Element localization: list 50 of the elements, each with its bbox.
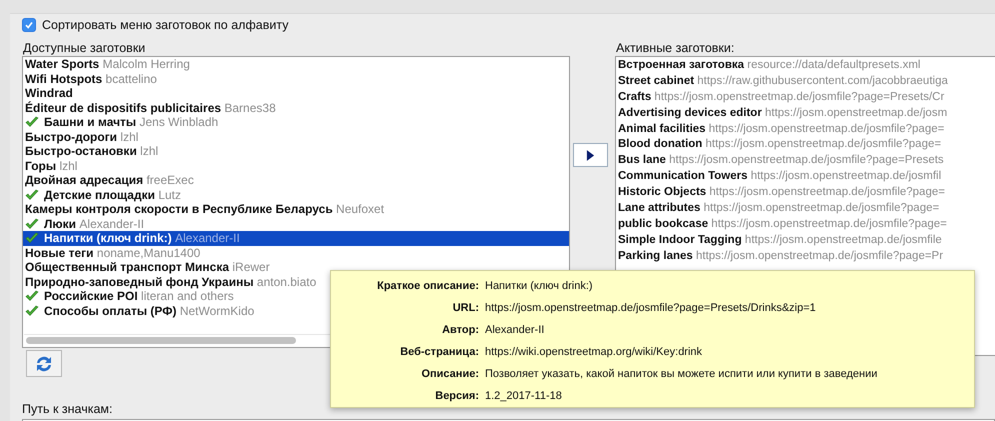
tooltip-label: Автор:: [441, 323, 479, 338]
preset-list-item[interactable]: Animal facilities https://josm.openstreetmap.de/josmfile?page=: [616, 120, 995, 136]
tooltip-value: Позволяет указать, какой напиток вы можете испити или купити в заведении: [485, 367, 878, 382]
tooltip-value: 1.2_2017-11-18: [485, 389, 563, 404]
preset-list-item[interactable]: Lane attributes https://josm.openstreetmap.de/josmfile?page=: [616, 200, 995, 216]
preset-list-item[interactable]: Люки Alexander-II: [23, 216, 569, 231]
preset-list-item[interactable]: Напитки (ключ drink:) Alexander-II: [23, 231, 569, 246]
preset-list-item[interactable]: Parking lanes https://josm.openstreetmap.de/josmfile?page=Pr: [616, 248, 995, 264]
preset-list-item[interactable]: Камеры контроля скорости в Республике Беларусь Neufoxet: [23, 202, 569, 216]
preset-list-item[interactable]: Новые теги noname,Manu1400: [23, 246, 569, 260]
preset-list-item[interactable]: Communication Towers https://josm.openstreetmap.de/josmfil: [616, 168, 995, 184]
preset-list-item[interactable]: Детские площадки Lutz: [23, 188, 569, 202]
tooltip-value: https://wiki.openstreetmap.org/wiki/Key:drink: [485, 345, 704, 360]
preset-list-item[interactable]: Быстро-дороги lzhl: [23, 130, 569, 144]
preset-list-item[interactable]: Crafts https://josm.openstreetmap.de/josmfile?page=Presets/Cr: [616, 88, 995, 105]
list-label: Доступные заготовки: [22, 40, 146, 56]
add-button[interactable]: [573, 143, 608, 167]
preset-list-item[interactable]: Двойная адресация freeExec: [23, 173, 569, 188]
tooltip-label: Версия:: [434, 389, 479, 404]
preset-list-item[interactable]: Éditeur de dispositifs publicitaires Barnes38: [23, 100, 569, 115]
preset-list-item[interactable]: Simple Indoor Tagging https://josm.openstreetmap.de/josmfile: [616, 232, 995, 248]
field-label: Путь к значкам:: [22, 402, 114, 417]
preset-list-item[interactable]: Общественный транспорт Минска iRewer: [23, 260, 569, 274]
check-icon: [24, 20, 34, 30]
preset-list-item[interactable]: Горы lzhl: [23, 158, 569, 173]
list-label: Активные заготовки:: [615, 40, 736, 56]
tooltip-label: URL:: [452, 301, 479, 316]
preset-list-item[interactable]: Street cabinet https://raw.githubusercontent.com/jacobbraeutiga: [616, 72, 995, 89]
preset-list-item[interactable]: Historic Objects https://josm.openstreetmap.de/josmfile?page=: [616, 184, 995, 200]
checkbox-label: Сортировать меню заготовок по алфавиту: [42, 18, 288, 32]
checkbox[interactable]: [22, 18, 36, 32]
preset-list-item[interactable]: Blood donation https://josm.openstreetmap.de/josmfile?page=: [616, 136, 995, 152]
preset-list-item[interactable]: Advertising devices editor https://josm.openstreetmap.de/josm: [616, 104, 995, 121]
tooltip-value: Напитки (ключ drink:): [485, 279, 594, 294]
tooltip-value: Alexander-II: [485, 323, 546, 338]
tooltip-label: Краткое описание:: [376, 279, 479, 294]
preset-list-item[interactable]: Bus lane https://josm.openstreetmap.de/josmfile?page=Presets: [616, 152, 995, 168]
tooltip-value: https://josm.openstreetmap.de/josmfile?page=Presets/Drinks&zip=1: [485, 301, 817, 316]
scrollbar-thumb[interactable]: [26, 337, 296, 344]
preset-list-item[interactable]: Башни и мачты Jens Winbladh: [23, 115, 569, 130]
preset-list-item[interactable]: public bookcase https://josm.openstreetmap.de/josmfile?page=: [616, 216, 995, 232]
preset-list-item[interactable]: Windrad: [23, 86, 569, 100]
preset-list-item[interactable]: Быстро-остановки lzhl: [23, 144, 569, 158]
preset-list-item[interactable]: Встроенная заготовка resource://data/defaultpresets.xml: [616, 57, 995, 73]
preset-list-item[interactable]: Water Sports Malcolm Herring: [23, 57, 569, 72]
refresh-button[interactable]: [26, 350, 62, 377]
preset-list-item[interactable]: Wifi Hotspots bcattelino: [23, 72, 569, 86]
play-arrow-icon: [586, 148, 595, 162]
tooltip-label: Веб-страница:: [399, 345, 479, 360]
tooltip-label: Описание:: [420, 367, 479, 382]
